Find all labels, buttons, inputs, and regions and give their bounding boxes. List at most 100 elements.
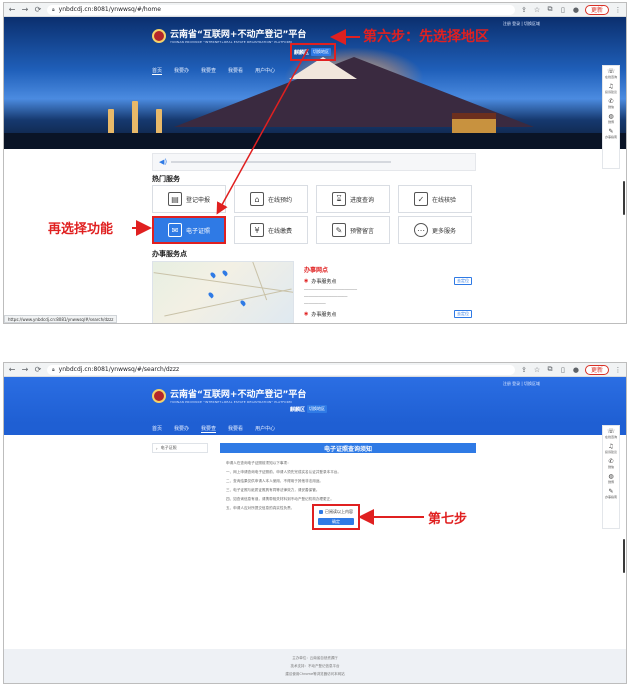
extensions-icon[interactable]: ⧉ xyxy=(546,365,554,374)
menu-icon[interactable]: ⋮ xyxy=(614,366,622,374)
office-map[interactable] xyxy=(152,261,294,323)
menu-item-query[interactable]: 我要查 xyxy=(201,425,217,433)
address-bar[interactable]: 🔒︎ ynbdcdj.cn:8081/ynwwsq/#/home xyxy=(47,4,515,15)
lock-icon: 🔒︎ xyxy=(52,366,55,373)
service-register[interactable]: ▤ 登记申报 xyxy=(152,185,226,213)
forward-icon[interactable]: → xyxy=(21,365,29,375)
main-menu: 首页 我要办 我要查 我要看 用户中心 xyxy=(152,425,275,433)
top-links[interactable]: 注册 登录 | 切换区域 xyxy=(503,21,540,27)
locate-button[interactable]: 去定位 xyxy=(454,277,472,285)
scrollbar-thumb[interactable] xyxy=(623,539,625,573)
menu-icon[interactable]: ⋮ xyxy=(614,6,622,14)
side-item-wechat[interactable]: ✆ 微信 xyxy=(608,458,614,469)
map-pin-icon[interactable] xyxy=(239,299,247,307)
side-item-consult[interactable]: ☏ 在线咨询 xyxy=(605,68,617,79)
service-verify[interactable]: ✓ 在线核验 xyxy=(398,185,472,213)
annotation-pick-function: 再选择功能 xyxy=(48,222,114,237)
site-header: 注册 登录 | 切换区域 云南省“互联网+不动产登记”平台 YUNNAN PRO… xyxy=(4,377,626,423)
chat-icon: ☏ xyxy=(607,68,615,75)
update-button[interactable]: 更新 xyxy=(584,4,609,15)
region-selector[interactable]: 麒麟区 切换地区 xyxy=(290,43,336,61)
back-icon[interactable]: ← xyxy=(8,365,16,375)
service-message[interactable]: ✎ 预警留言 xyxy=(316,216,390,244)
side-item-wechat[interactable]: ✆ 微信 xyxy=(608,98,614,109)
reload-icon[interactable]: ⟳ xyxy=(34,365,42,375)
confirm-button[interactable]: 确定 xyxy=(318,518,354,525)
star-icon[interactable]: ☆ xyxy=(533,6,541,14)
notice-title: 电子证照查询须知 xyxy=(220,443,476,453)
agree-confirm-group: 已阅读以上内容 确定 xyxy=(312,504,360,530)
notice-bar[interactable]: ◀︎) xyxy=(152,153,476,171)
side-item-weibo[interactable]: ◍ 微博 xyxy=(608,473,614,484)
region-selector[interactable]: 麒麟区 切换地区 xyxy=(290,405,328,413)
agree-checkbox-row[interactable]: 已阅读以上内容 xyxy=(319,509,353,515)
emblem-icon xyxy=(152,28,166,43)
back-icon[interactable]: ← xyxy=(8,5,16,15)
reload-icon[interactable]: ⟳ xyxy=(34,5,42,15)
side-item-complaint[interactable]: ♫ 投诉建议 xyxy=(605,443,617,454)
sidepanel-icon[interactable]: ▯ xyxy=(559,6,567,14)
locate-button[interactable]: 去定位 xyxy=(454,310,472,318)
service-progress[interactable]: ⌛︎ 进度查询 xyxy=(316,185,390,213)
scrollbar-thumb[interactable] xyxy=(623,181,625,215)
region-label: 麒麟区 xyxy=(294,49,310,56)
menu-item-home[interactable]: 首页 xyxy=(152,425,162,433)
menu-item-apply[interactable]: 我要办 xyxy=(174,425,189,433)
office-item[interactable]: ◉ 办事服务点 去定位 xyxy=(304,277,472,285)
menu-item-view[interactable]: 我要看 xyxy=(228,425,243,433)
notice-line: 二、查询结果仅供申请人本人使用，不得用于其他非法用途。 xyxy=(226,479,324,483)
certificate-icon: ✉︎ xyxy=(167,223,182,237)
map-pin-icon[interactable] xyxy=(221,269,229,277)
pagoda-icon xyxy=(132,101,138,135)
sidebar-item-e-certificate[interactable]: › 电子证照 xyxy=(152,443,208,453)
speaker-icon: ◀︎) xyxy=(159,158,168,166)
top-links[interactable]: 注册 登录 | 切换区域 xyxy=(503,381,540,387)
star-icon[interactable]: ☆ xyxy=(533,366,541,374)
side-item-guide[interactable]: ✎ 办事指南 xyxy=(605,128,617,139)
checkbox-checked-icon[interactable] xyxy=(319,510,323,514)
weibo-icon: ◍ xyxy=(608,113,614,120)
pagoda-icon xyxy=(156,109,162,135)
map-road xyxy=(164,288,292,317)
menu-item-view[interactable]: 我要看 xyxy=(228,67,243,75)
side-item-weibo[interactable]: ◍ 微博 xyxy=(608,113,614,124)
notice-line: 申请人在查询电子证照前须知以下事项： xyxy=(226,461,291,465)
side-item-guide[interactable]: ✎ 办事指南 xyxy=(605,488,617,499)
update-button[interactable]: 更新 xyxy=(584,364,609,375)
side-item-complaint[interactable]: ♫ 投诉建议 xyxy=(605,83,617,94)
menu-item-apply[interactable]: 我要办 xyxy=(174,67,189,75)
extensions-icon[interactable]: ⧉ xyxy=(546,5,554,14)
menu-item-home[interactable]: 首页 xyxy=(152,67,163,75)
service-e-certificate[interactable]: ✉︎ 电子证照 xyxy=(152,216,226,244)
sidepanel-icon[interactable]: ▯ xyxy=(559,366,567,374)
share-icon[interactable]: ⇪ xyxy=(520,366,528,374)
wechat-icon: ✆ xyxy=(608,98,614,105)
link-status-url: https://www.ynbdcdj.cn:8081/ynwwsq/#/sea… xyxy=(4,315,118,323)
lock-icon: 🔒︎ xyxy=(52,6,55,13)
switch-region-button[interactable]: 切换地区 xyxy=(307,405,328,413)
menu-item-query[interactable]: 我要查 xyxy=(201,67,216,75)
form-icon: ▤ xyxy=(167,192,182,206)
shield-check-icon: ✓ xyxy=(413,192,428,206)
menu-item-user[interactable]: 用户中心 xyxy=(255,425,275,433)
service-appointment[interactable]: ⌂ 在线预约 xyxy=(234,185,308,213)
share-icon[interactable]: ⇪ xyxy=(520,6,528,14)
switch-region-button[interactable]: 切换地区 xyxy=(311,48,332,56)
headset-icon: ♫ xyxy=(608,443,614,450)
map-pin-icon[interactable] xyxy=(209,271,217,279)
ground xyxy=(4,133,626,149)
forward-icon[interactable]: → xyxy=(21,5,29,15)
map-pin-icon[interactable] xyxy=(207,291,215,299)
menu-item-user[interactable]: 用户中心 xyxy=(255,67,275,75)
notice-line: 一、网上申请查询电子证照前，申请人须先完成实名认证并登录本平台。 xyxy=(226,470,341,474)
address-bar[interactable]: 🔒︎ ynbdcdj.cn:8081/ynwwsq/#/search/dzzz xyxy=(47,364,515,375)
service-payment[interactable]: ¥ 在线缴费 xyxy=(234,216,308,244)
side-item-consult[interactable]: ☏ 在线咨询 xyxy=(605,428,617,439)
region-label: 麒麟区 xyxy=(290,406,306,413)
office-detail-placeholder: ────────────────── xyxy=(304,294,348,299)
profile-icon[interactable]: ● xyxy=(572,366,580,374)
service-more[interactable]: ⋯ 更多服务 xyxy=(398,216,472,244)
hourglass-icon: ⌛︎ xyxy=(331,192,346,206)
office-item[interactable]: ◉ 办事服务点 去定位 xyxy=(304,310,472,318)
profile-icon[interactable]: ● xyxy=(572,6,580,14)
